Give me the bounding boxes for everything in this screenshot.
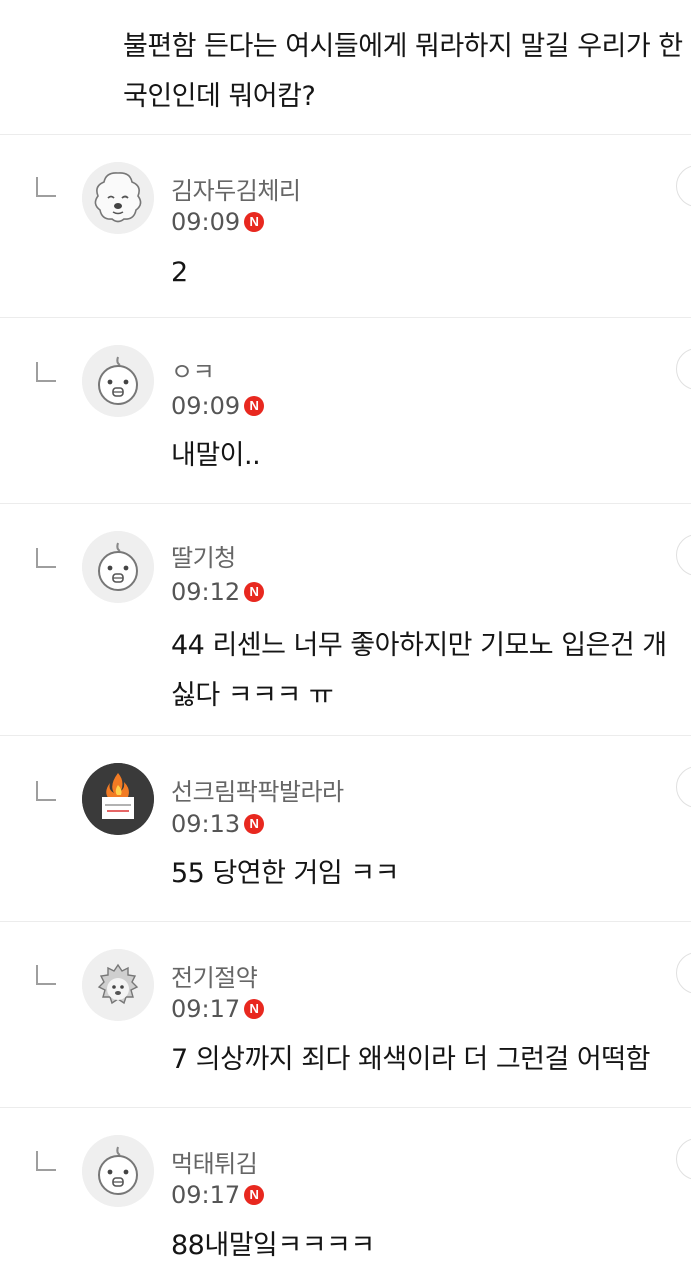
comment-meta: 09:12 N	[171, 577, 265, 607]
poodle-avatar-icon	[82, 162, 154, 234]
new-badge-icon: N	[244, 814, 265, 834]
reply-text: 88내말잌ㅋㅋㅋㅋ	[171, 1230, 375, 1261]
bald-character-avatar-icon	[82, 531, 154, 603]
more-options-icon[interactable]	[676, 348, 691, 390]
avatar[interactable]	[82, 162, 154, 234]
candle-avatar-icon	[82, 763, 154, 835]
new-badge-icon: N	[244, 1185, 265, 1205]
reply-arrow-icon	[36, 362, 56, 382]
more-options-icon[interactable]	[676, 534, 691, 576]
more-options-icon[interactable]	[676, 165, 691, 207]
nickname[interactable]: 선크림팍팍발라라	[171, 772, 344, 807]
nickname[interactable]: 김자두김체리	[171, 171, 301, 206]
reply-item: 딸기청 09:12 N 44 리센느 너무 좋아하지만 기모노 입은건 개싫다 …	[0, 504, 691, 736]
new-badge-icon: N	[244, 999, 265, 1019]
bald-character-avatar-icon	[82, 345, 154, 417]
comment-meta: 09:09 N	[171, 207, 265, 237]
comment-meta: 09:17 N	[171, 994, 265, 1024]
nickname[interactable]: 먹태튀김	[171, 1144, 258, 1179]
parent-comment-text: 불편함 든다는 여시들에게 뭐라하지 말길 우리가 한국인인데 뭐어캄?	[123, 31, 683, 112]
reply-item: 전기절약 09:17 N 7 의상까지 죄다 왜색이라 더 그런걸 어떡함	[0, 922, 691, 1108]
reply-arrow-icon	[36, 965, 56, 985]
comment-thread: 불편함 든다는 여시들에게 뭐라하지 말길 우리가 한국인인데 뭐어캄? 김자두…	[0, 0, 691, 1280]
reply-text: 55 당연한 거임 ㅋㅋ	[171, 858, 399, 889]
reply-item: ㅇㅋ 09:09 N 내말이..	[0, 318, 691, 504]
comment-meta: 09:13 N	[171, 809, 265, 839]
bald-character-avatar-icon	[82, 1135, 154, 1207]
comment-time: 09:17	[171, 1181, 241, 1209]
reply-text: 내말이..	[171, 440, 261, 471]
nickname[interactable]: 딸기청	[171, 538, 236, 573]
reply-arrow-icon	[36, 548, 56, 568]
comment-time: 09:09	[171, 392, 241, 420]
avatar[interactable]	[82, 763, 154, 835]
reply-text: 7 의상까지 죄다 왜색이라 더 그런걸 어떡함	[171, 1044, 650, 1075]
new-badge-icon: N	[244, 396, 265, 416]
nickname[interactable]: 전기절약	[171, 958, 258, 993]
reply-text: 2	[171, 257, 188, 288]
comment-time: 09:13	[171, 810, 241, 838]
reply-arrow-icon	[36, 177, 56, 197]
reply-arrow-icon	[36, 781, 56, 801]
new-badge-icon: N	[244, 212, 265, 232]
nickname[interactable]: ㅇㅋ	[171, 352, 215, 387]
avatar[interactable]	[82, 345, 154, 417]
avatar[interactable]	[82, 1135, 154, 1207]
avatar[interactable]	[82, 949, 154, 1021]
reply-item: 김자두김체리 09:09 N 2	[0, 135, 691, 318]
comment-time: 09:17	[171, 995, 241, 1023]
comment-meta: 09:09 N	[171, 391, 265, 421]
comment-meta: 09:17 N	[171, 1180, 265, 1210]
new-badge-icon: N	[244, 582, 265, 602]
reply-item: 선크림팍팍발라라 09:13 N 55 당연한 거임 ㅋㅋ	[0, 736, 691, 922]
comment-time: 09:09	[171, 208, 241, 236]
hedgehog-avatar-icon	[82, 949, 154, 1021]
more-options-icon[interactable]	[676, 952, 691, 994]
parent-comment: 불편함 든다는 여시들에게 뭐라하지 말길 우리가 한국인인데 뭐어캄?	[0, 0, 691, 135]
comment-time: 09:12	[171, 578, 241, 606]
more-options-icon[interactable]	[676, 766, 691, 808]
reply-text: 44 리센느 너무 좋아하지만 기모노 입은건 개싫다 ㅋㅋㅋ ㅠ	[171, 630, 667, 711]
more-options-icon[interactable]	[676, 1138, 691, 1180]
avatar[interactable]	[82, 531, 154, 603]
reply-item: 먹태튀김 09:17 N 88내말잌ㅋㅋㅋㅋ	[0, 1108, 691, 1280]
reply-arrow-icon	[36, 1151, 56, 1171]
